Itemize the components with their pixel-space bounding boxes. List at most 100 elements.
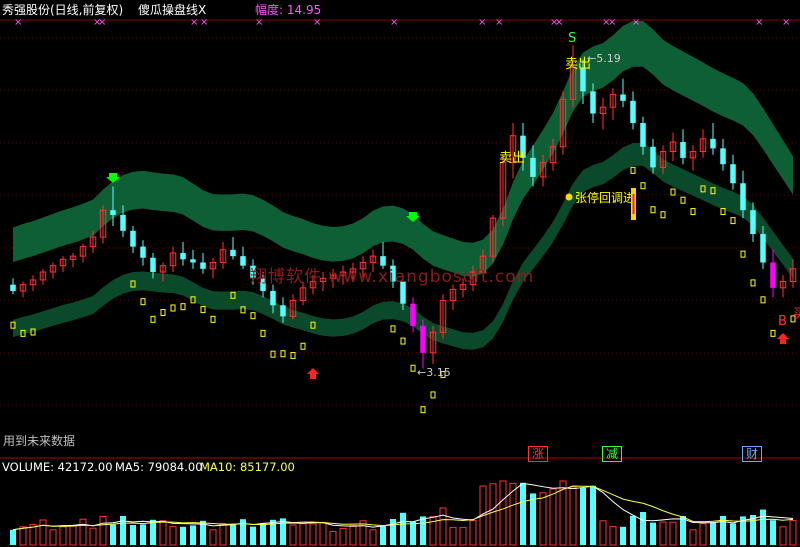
volume-bar [530,493,536,545]
volume-bar [110,524,116,545]
volume-bar [630,515,636,545]
buy-arrow-2 [777,333,789,344]
sell-signal-mid: 卖出 [499,151,525,166]
volume-panel [10,480,797,546]
candle-body [420,325,426,353]
yellow-box [430,391,436,399]
volume-bar [19,526,27,546]
volume-bar [250,526,256,545]
candle-body [150,257,156,272]
volume-bar [699,523,707,546]
top-x-marker: × [255,17,263,28]
volume-bar [130,525,136,545]
top-x-marker: × [313,17,321,28]
volume-bar [280,518,286,545]
volume-bar [69,524,77,546]
yellow-box [410,364,416,372]
volume-bar [309,523,317,546]
volume-bar [520,482,526,545]
volume-bar [299,523,307,546]
volume-bar [89,527,97,546]
top-x-marker: × [14,17,22,28]
yellow-box [770,329,776,337]
buy-arrow-1 [307,368,319,379]
candle-body [280,305,286,317]
candle-body [760,233,766,263]
ma5-readout: MA5: 79084.00 [115,460,203,474]
top-x-marker: × [200,17,208,28]
top-x-marker: × [632,17,640,28]
top-x-marker: × [608,17,616,28]
yellow-box [250,312,256,320]
yellow-box [260,329,266,337]
volume-bar [770,520,776,545]
volume-bar [580,488,586,545]
volume-bar [659,521,667,546]
top-x-marker: × [755,17,763,28]
top-x-marker: × [98,17,106,28]
volume-bar [150,519,156,545]
candle-body [10,284,16,292]
yellow-box [280,350,286,358]
volume-bar [779,526,787,546]
volume-bar [349,524,357,546]
candle-body [230,249,236,257]
candle-body [200,262,206,269]
low-price-label: ←3.15 [417,366,451,379]
volume-bar [689,529,697,546]
candle-body [650,146,656,168]
yellow-box [160,309,166,317]
volume-bar [159,520,167,546]
volume-bar [449,526,457,546]
candle-body [730,164,736,184]
volume-bar [79,518,87,546]
volume-bar [169,526,177,546]
volume-bar [39,519,47,546]
volume-bar [669,521,677,546]
high-price-label: ←5.19 [587,52,621,65]
volume-bar [439,507,447,546]
top-x-marker: × [390,17,398,28]
volume-bar [760,509,766,545]
candle-body [140,246,146,258]
volume-bar [219,523,227,546]
yellow-box [210,315,216,323]
top-x-marker: × [190,17,198,28]
volume-bar [599,520,607,546]
candle-body [720,148,726,165]
limit-pullback-label: 张停回调进 [575,190,635,205]
candle-body [110,210,116,215]
volume-bar [400,512,406,545]
volume-bar [369,529,377,546]
yellow-box [180,303,186,311]
volume-bar [410,521,416,545]
volume-bar [339,527,347,546]
candle-body [130,230,136,247]
top-x-marker: × [782,17,790,28]
volume-bar [209,529,217,546]
candle-body [190,259,196,263]
pullback-bar-core [632,194,635,214]
volume-bar [289,524,297,546]
volume-bar [590,485,596,545]
volume-bar [489,483,497,546]
volume-bar [120,516,126,545]
candle-body [410,303,416,326]
volume-bar [569,486,577,546]
pullback-dot [565,193,573,201]
top-x-marker: × [495,17,503,28]
candle-body [630,100,636,124]
candle-body [120,214,126,231]
amplitude-readout: 幅度: 14.95 [255,3,322,17]
volume-bar [620,526,626,545]
yellow-box [750,279,756,287]
candle-body [180,252,186,260]
future-data-note: 用到未来数据 [3,434,76,448]
volume-bar [640,512,646,545]
volume-bar [99,515,107,546]
volume-bar [329,530,337,546]
volume-bar [390,519,396,545]
volume-bar [10,529,16,545]
volume-bar [499,480,507,546]
volume-bar [230,523,236,545]
